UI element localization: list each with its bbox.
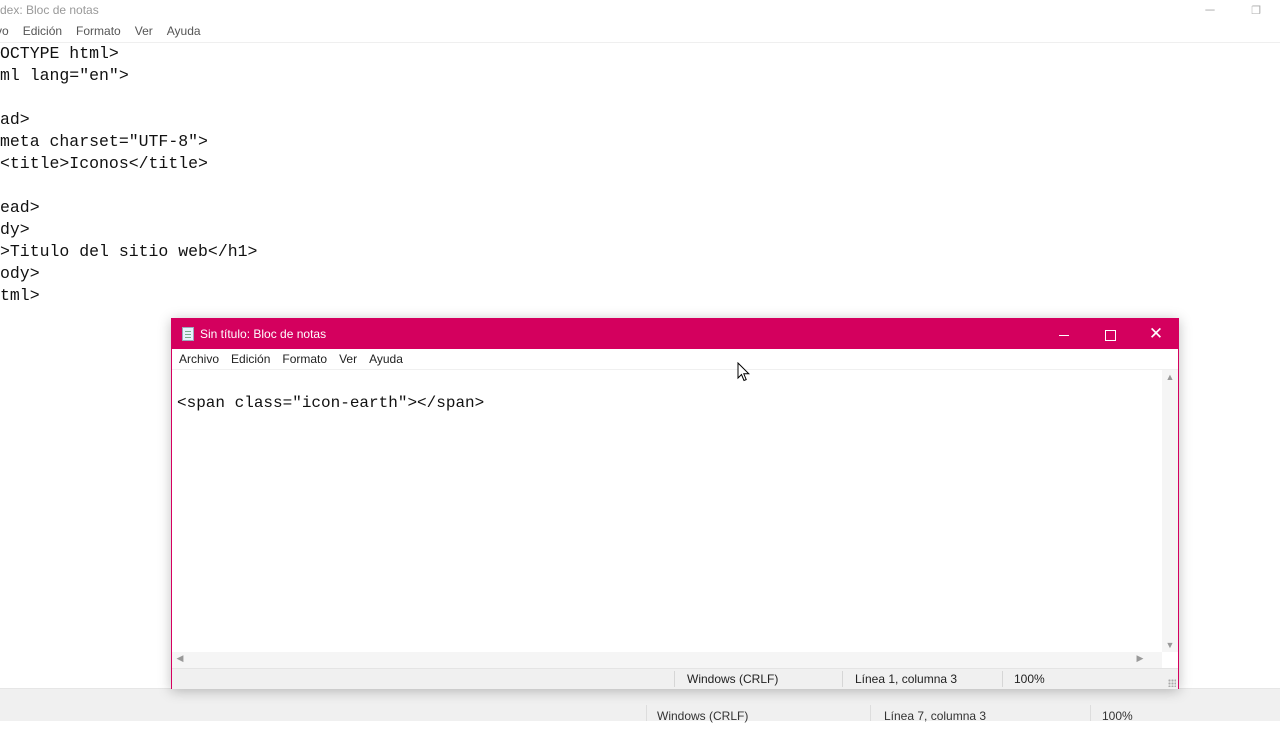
menu-ver[interactable]: Ver xyxy=(339,349,357,369)
menu-archivo[interactable]: Archivo xyxy=(179,349,219,369)
background-status-position: Línea 7, columna 3 xyxy=(884,709,987,723)
background-code-line: ml lang="en"> xyxy=(0,66,129,85)
maximize-icon xyxy=(1104,329,1116,341)
notepad-icon xyxy=(182,327,194,341)
background-menu-formato[interactable]: Formato xyxy=(76,24,121,42)
background-code-line: OCTYPE html> xyxy=(0,44,119,63)
background-menu-ver[interactable]: Ver xyxy=(135,24,153,42)
background-code-line: >Titulo del sitio web</h1> xyxy=(0,242,258,261)
background-code-line: meta charset="UTF-8"> xyxy=(0,132,208,151)
background-menu-edicion[interactable]: Edición xyxy=(23,24,62,42)
scroll-down-icon[interactable]: ▼ xyxy=(1162,640,1178,650)
menu-bar: Archivo Edición Formato Ver Ayuda xyxy=(172,349,1178,369)
status-separator xyxy=(870,705,871,721)
background-code-line: <title>Iconos</title> xyxy=(0,154,208,173)
background-code-line: ody> xyxy=(0,264,40,283)
text-editor[interactable]: <span class="icon-earth"></span> xyxy=(172,370,1162,652)
background-status-bar: Windows (CRLF) Línea 7, columna 3 100% xyxy=(0,688,1280,723)
scroll-right-icon[interactable]: ▶ xyxy=(1134,653,1146,664)
background-code-line: ad> xyxy=(0,110,30,129)
minimize-button[interactable] xyxy=(1041,319,1087,349)
close-icon: ✕ xyxy=(1148,324,1164,343)
status-separator xyxy=(842,671,843,687)
title-bar[interactable]: Sin título: Bloc de notas ✕ xyxy=(172,319,1178,349)
window-title: Sin título: Bloc de notas xyxy=(200,327,327,341)
background-menu-bar: vo Edición Formato Ver Ayuda xyxy=(0,24,215,42)
foreground-notepad-window: Sin título: Bloc de notas ✕ Archivo Edic… xyxy=(171,318,1179,689)
status-separator xyxy=(674,671,675,687)
background-code-line: tml> xyxy=(0,286,40,305)
maximize-button[interactable] xyxy=(1087,319,1133,349)
background-menu-archivo[interactable]: vo xyxy=(0,24,9,42)
background-status-line-ending: Windows (CRLF) xyxy=(657,709,749,723)
minimize-icon xyxy=(1059,334,1069,336)
status-zoom: 100% xyxy=(1014,672,1045,686)
scroll-left-icon[interactable]: ◀ xyxy=(174,653,186,664)
mouse-cursor-icon xyxy=(737,362,751,382)
background-menu-ayuda[interactable]: Ayuda xyxy=(167,24,201,42)
status-separator xyxy=(646,705,647,721)
vertical-scrollbar[interactable]: ▲ ▼ xyxy=(1162,370,1178,652)
menu-formato[interactable]: Formato xyxy=(282,349,327,369)
status-separator xyxy=(1002,671,1003,687)
status-bar: Windows (CRLF) Línea 1, columna 3 100% xyxy=(172,668,1178,689)
background-code-line: dy> xyxy=(0,220,30,239)
horizontal-scrollbar[interactable]: ◀ ▶ xyxy=(172,652,1162,668)
close-button[interactable]: ✕ xyxy=(1133,319,1179,349)
status-position: Línea 1, columna 3 xyxy=(855,672,958,686)
code-line: <span class="icon-earth"></span> xyxy=(177,394,485,412)
background-menu-divider xyxy=(0,42,1280,43)
background-window-title: dex: Bloc de notas xyxy=(0,3,99,17)
background-minimize-button[interactable]: ─ xyxy=(1200,0,1220,22)
scroll-up-icon[interactable]: ▲ xyxy=(1162,372,1178,382)
resize-grip-icon[interactable] xyxy=(1168,679,1176,687)
status-line-ending: Windows (CRLF) xyxy=(687,672,779,686)
background-restore-button[interactable]: ❐ xyxy=(1246,0,1266,22)
menu-edicion[interactable]: Edición xyxy=(231,349,270,369)
background-code-line: ead> xyxy=(0,198,40,217)
menu-ayuda[interactable]: Ayuda xyxy=(369,349,403,369)
background-status-zoom: 100% xyxy=(1102,709,1133,723)
status-separator xyxy=(1090,705,1091,721)
